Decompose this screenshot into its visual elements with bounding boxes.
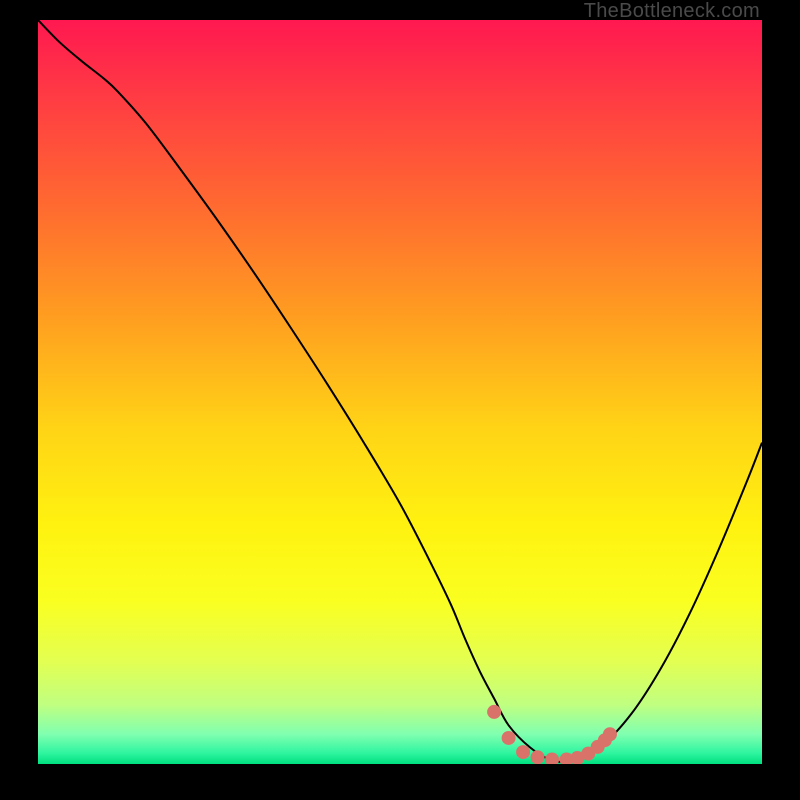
chart-container: TheBottleneck.com [0, 0, 800, 800]
optimal-marker [545, 753, 559, 764]
optimal-marker [603, 727, 617, 741]
optimal-marker [531, 750, 545, 764]
optimal-marker [487, 705, 501, 719]
optimal-markers [38, 20, 762, 764]
watermark-text: TheBottleneck.com [584, 0, 760, 23]
optimal-marker [502, 731, 516, 745]
plot-area [38, 20, 762, 764]
optimal-marker [516, 745, 530, 759]
